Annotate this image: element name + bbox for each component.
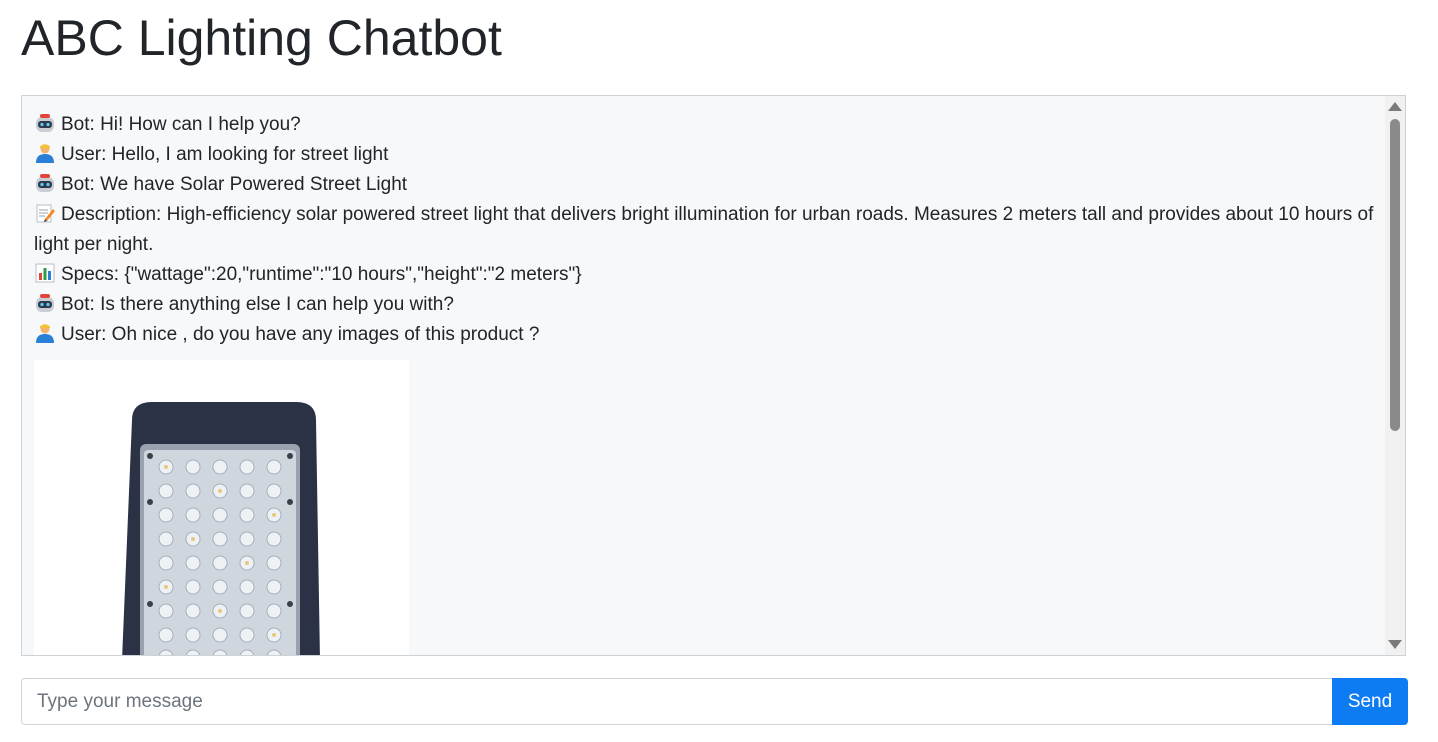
message-text: Bot: Hi! How can I help you? <box>61 114 301 135</box>
message-composer: Send <box>21 678 1408 725</box>
message-bot: Bot: We have Solar Powered Street Light <box>34 170 1379 200</box>
message-description: Description: High-efficiency solar power… <box>34 200 1379 260</box>
message-specs: Specs: {"wattage":20,"runtime":"10 hours… <box>34 260 1379 290</box>
bar-chart-icon <box>35 263 55 283</box>
chatbot-page: ABC Lighting Chatbot Bot: Hi! How can I … <box>0 0 1438 742</box>
message-input[interactable] <box>21 678 1332 725</box>
scroll-up-arrow-icon[interactable] <box>1388 102 1402 111</box>
scroll-down-arrow-icon[interactable] <box>1388 640 1402 649</box>
message-text: Specs: {"wattage":20,"runtime":"10 hours… <box>61 264 582 285</box>
message-bot: Bot: Is there anything else I can help y… <box>34 290 1379 320</box>
message-text: User: Oh nice , do you have any images o… <box>61 324 540 345</box>
send-button[interactable]: Send <box>1332 678 1408 725</box>
chat-log[interactable]: Bot: Hi! How can I help you? User: Hello… <box>21 95 1406 656</box>
message-list: Bot: Hi! How can I help you? User: Hello… <box>34 110 1379 655</box>
memo-icon <box>36 204 55 223</box>
message-text: Bot: Is there anything else I can help y… <box>61 294 454 315</box>
user-icon <box>36 324 54 343</box>
chat-scrollbar[interactable] <box>1385 96 1405 655</box>
message-text: Description: High-efficiency solar power… <box>34 204 1374 255</box>
message-text: User: Hello, I am looking for street lig… <box>61 144 389 165</box>
robot-icon <box>36 114 54 132</box>
message-user: User: Hello, I am looking for street lig… <box>34 140 1379 170</box>
robot-icon <box>36 174 54 192</box>
message-user: User: Oh nice , do you have any images o… <box>34 320 1379 350</box>
street-light-image <box>34 360 409 655</box>
user-icon <box>36 144 54 163</box>
page-title: ABC Lighting Chatbot <box>21 10 502 66</box>
scrollbar-thumb[interactable] <box>1390 119 1400 431</box>
message-text: Bot: We have Solar Powered Street Light <box>61 174 408 195</box>
robot-icon <box>36 294 54 312</box>
message-bot: Bot: Hi! How can I help you? <box>34 110 1379 140</box>
